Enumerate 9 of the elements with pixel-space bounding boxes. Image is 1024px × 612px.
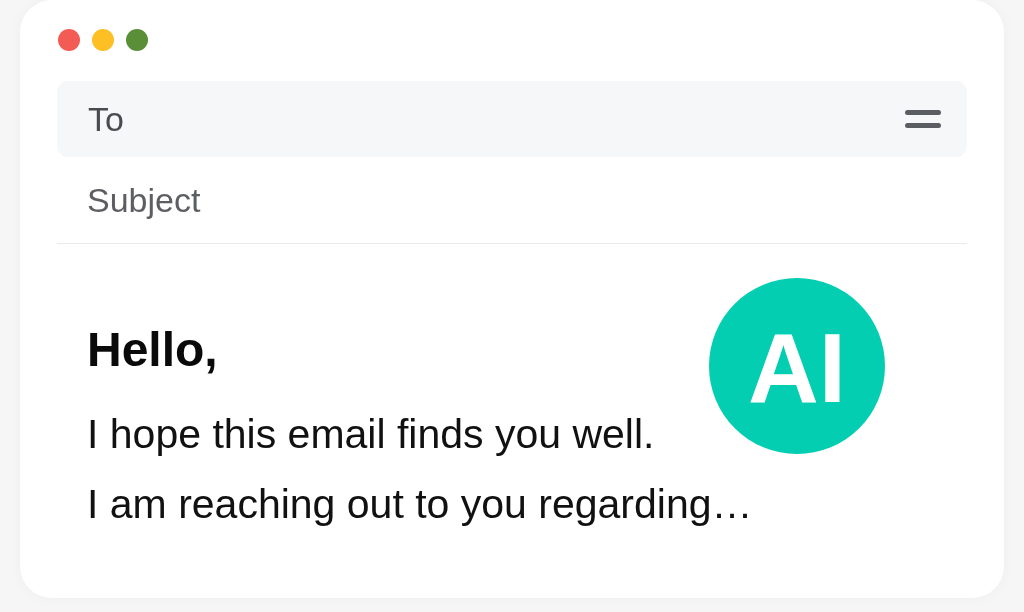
ai-logo: AI [709,278,885,454]
greeting-text: Hello, [87,322,219,378]
subject-field[interactable]: Subject [57,157,967,244]
to-field[interactable]: To [57,81,967,157]
window-control-button[interactable] [58,29,80,51]
body-text-line: I am reaching out to you regarding… [87,480,754,529]
window-control-button[interactable] [126,29,148,51]
menu-icon[interactable] [905,110,941,128]
body-text-line: I hope this email finds you well. [87,410,656,459]
